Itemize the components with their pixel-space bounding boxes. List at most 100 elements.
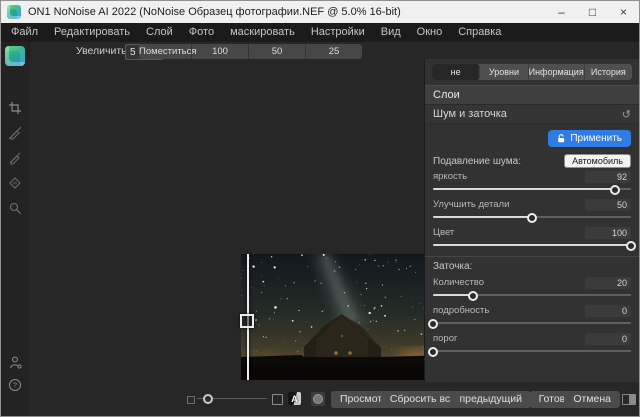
app-window: ON1 NoNoise AI 2022 (NoNoise Образец фот… [0,0,640,417]
view-toolbar: Увеличить 5 ▼ Поместиться 100 50 25 [29,42,424,61]
right-panel: не Уровни Информация История Слои Шум и … [424,59,639,382]
zoom-presets: Поместиться 100 50 25 [139,44,362,59]
slider-value[interactable]: 0 [585,305,631,317]
menu-photo[interactable]: Фото [181,23,222,42]
slider-label: Количество [433,277,484,288]
photo-image [241,254,450,380]
menu-help[interactable]: Справка [450,23,509,42]
noise-section-row: Подавление шума: Автомобиль [425,151,639,170]
slider-fill [433,216,532,218]
window-title: ON1 NoNoise AI 2022 (NoNoise Образец фот… [28,6,401,18]
mask-luminosity-icon[interactable]: A [288,392,301,405]
crop-tool-icon[interactable] [5,98,25,118]
slider-value[interactable]: 20 [585,277,631,289]
slider-track[interactable] [433,322,631,324]
maximize-button[interactable]: □ [577,1,608,23]
slider-handle[interactable] [468,291,478,301]
slider-label: подробность [433,305,489,316]
opacity-slider[interactable] [197,394,267,404]
help-icon[interactable]: ? [5,375,25,395]
slider-label: порог [433,333,457,344]
slider-value[interactable]: 0 [585,333,631,345]
unlock-icon [557,134,566,143]
zoom-tool-icon[interactable] [5,198,25,218]
section-divider [425,256,639,257]
tool-rail: ? [1,42,30,416]
menu-mask[interactable]: маскировать [222,23,303,42]
slider-label: яркость [433,171,467,182]
fit-button[interactable]: Поместиться [139,44,192,59]
slider-label: Улучшить детали [433,199,509,210]
zoom-100-button[interactable]: 100 [192,44,249,59]
sharpen-section-label: Заточка: [425,261,639,272]
slider-handle[interactable] [428,347,438,357]
layers-section-header[interactable]: Слои [425,85,639,105]
slider-handle[interactable] [610,185,620,195]
cancel-button[interactable]: Отмена [564,391,620,408]
masking-brush-tool-icon[interactable] [5,123,25,143]
slider-row-luminosity: яркость 92 [425,170,639,195]
slider-value[interactable]: 92 [585,171,631,183]
local-brush-tool-icon[interactable] [5,148,25,168]
slider-handle[interactable] [626,241,636,251]
minimize-button[interactable]: – [546,1,577,23]
app-logo-icon [7,5,21,19]
luminosity-slider[interactable] [433,184,631,195]
slider-row-threshold: порог 0 [425,332,639,357]
compare-divider-handle[interactable] [240,314,254,328]
tab-info[interactable]: Информация [529,64,585,80]
user-account-icon[interactable] [5,352,25,372]
pane-header[interactable]: Шум и заточка ↺ [425,105,639,124]
menu-edit[interactable]: Редактировать [46,23,138,42]
apply-button[interactable]: Применить [548,130,631,147]
slider-value[interactable]: 50 [585,199,631,211]
slider-row-detail-sharpen: подробность 0 [425,304,639,329]
tab-edit[interactable]: не [432,64,480,80]
slider-value[interactable]: 100 [585,227,631,239]
mask-overlay-icon[interactable] [311,392,325,406]
tab-history[interactable]: История [585,64,632,80]
amount-slider[interactable] [433,290,631,301]
slider-handle[interactable] [428,319,438,329]
menu-file[interactable]: Файл [3,23,46,42]
bottom-bar: A Просмотр Сбросить все предыдущий Готов… [29,382,639,416]
enhance-detail-slider[interactable] [433,212,631,223]
window-controls: – □ × [546,1,639,23]
menu-settings[interactable]: Настройки [303,23,373,42]
slider-label: Цвет [433,227,454,238]
zoom-select-value: 5 [130,47,136,58]
canvas[interactable] [29,61,424,382]
slider-handle[interactable] [203,394,213,404]
slider-handle[interactable] [527,213,537,223]
auto-button[interactable]: Автомобиль [564,154,631,168]
close-button[interactable]: × [608,1,639,23]
color-slider[interactable] [433,240,631,251]
split-view-icon[interactable] [622,394,636,405]
tab-levels[interactable]: Уровни [480,64,528,80]
menubar: Файл Редактировать Слой Фото маскировать… [1,23,639,42]
apply-button-label: Применить [570,133,622,144]
perfect-eraser-tool-icon[interactable] [5,173,25,193]
detail-slider[interactable] [433,318,631,329]
noise-section-label: Подавление шума: [433,156,521,167]
slider-fill [433,188,615,190]
nonoise-tool-icon[interactable] [5,46,25,66]
zoom-50-button[interactable]: 50 [249,44,306,59]
zoom-label: Увеличить [76,44,127,59]
previous-button[interactable]: предыдущий [450,391,531,408]
reset-icon[interactable]: ↺ [622,108,631,121]
titlebar: ON1 NoNoise AI 2022 (NoNoise Образец фот… [1,1,639,23]
pane-title: Шум и заточка [433,108,507,120]
slider-track[interactable] [433,350,631,352]
zoom-25-button[interactable]: 25 [306,44,362,59]
slider-fill [433,244,631,246]
menu-window[interactable]: Окно [409,23,451,42]
threshold-slider[interactable] [433,346,631,357]
menu-layer[interactable]: Слой [138,23,181,42]
slider-row-color: Цвет 100 [425,226,639,251]
menu-view[interactable]: Вид [373,23,409,42]
mask-checkbox[interactable] [272,394,283,405]
brush-size-min-icon [187,396,195,404]
photo-night-barn [241,254,450,380]
slider-row-detail: Улучшить детали 50 [425,198,639,223]
